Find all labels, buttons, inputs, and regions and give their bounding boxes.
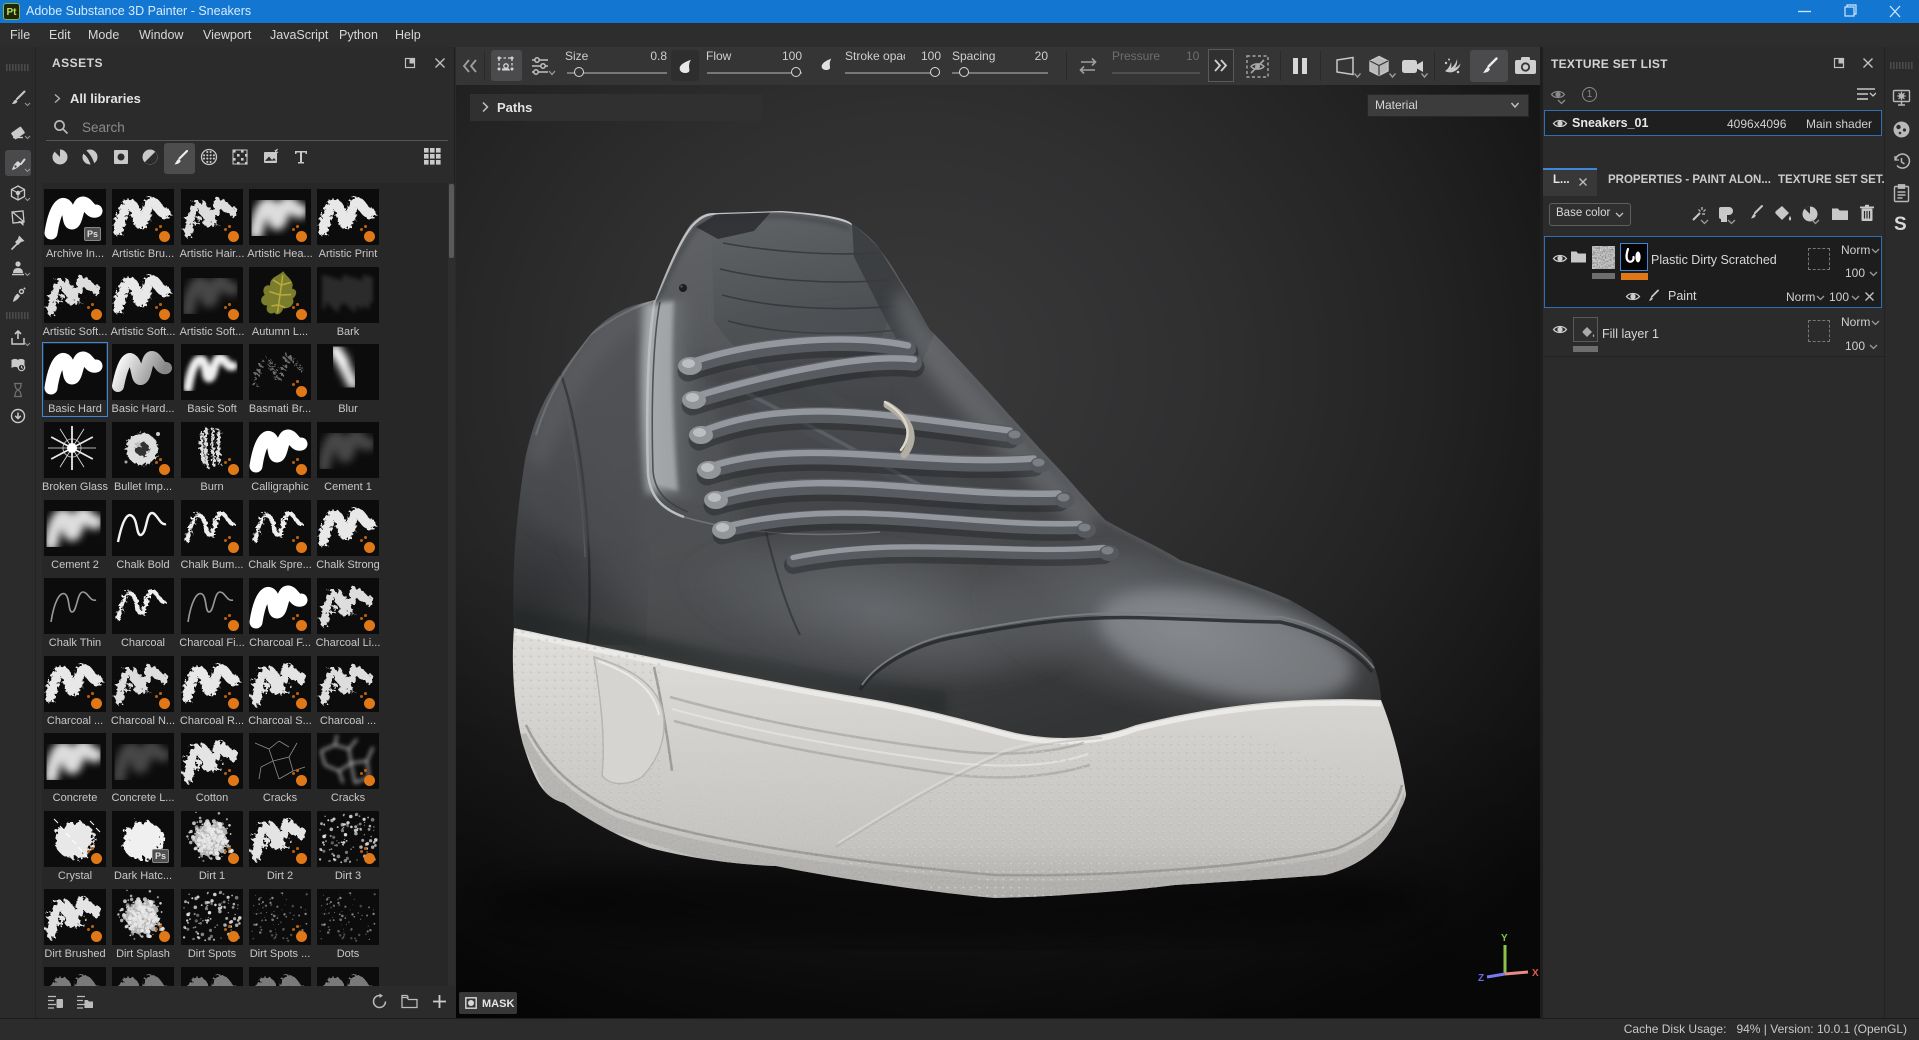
svg-text:Y: Y	[1501, 933, 1508, 944]
svg-text:Z: Z	[1478, 973, 1484, 984]
svg-text:X: X	[1532, 968, 1539, 979]
